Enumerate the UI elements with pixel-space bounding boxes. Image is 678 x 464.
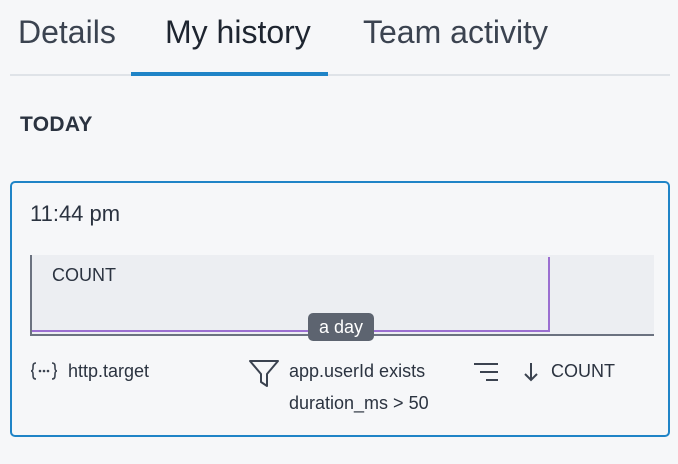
history-card[interactable]: 11:44 pm COUNT a day http.target app.use… [10, 181, 670, 437]
active-tab-indicator [131, 72, 328, 76]
tab-bar: Details My history Team activity [10, 0, 670, 76]
filter-icon [248, 359, 280, 389]
order-by-value: COUNT [551, 361, 615, 381]
mini-chart: COUNT a day [30, 255, 654, 341]
tab-my-history[interactable]: My history [165, 12, 311, 52]
filter-item: app.userId exists [289, 361, 426, 381]
section-heading-today: TODAY [20, 113, 93, 136]
braces-icon [30, 361, 58, 381]
chart-time-range-badge: a day [308, 313, 375, 341]
filter-item: duration_ms > 50 [289, 393, 429, 413]
sort-lines-icon [473, 362, 499, 382]
tab-details[interactable]: Details [18, 12, 116, 52]
chart-series-label: COUNT [52, 265, 116, 285]
group-by-value: http.target [68, 361, 150, 381]
history-time: 11:44 pm [30, 201, 121, 226]
arrow-down-icon [523, 362, 539, 382]
tab-team-activity[interactable]: Team activity [363, 12, 548, 52]
